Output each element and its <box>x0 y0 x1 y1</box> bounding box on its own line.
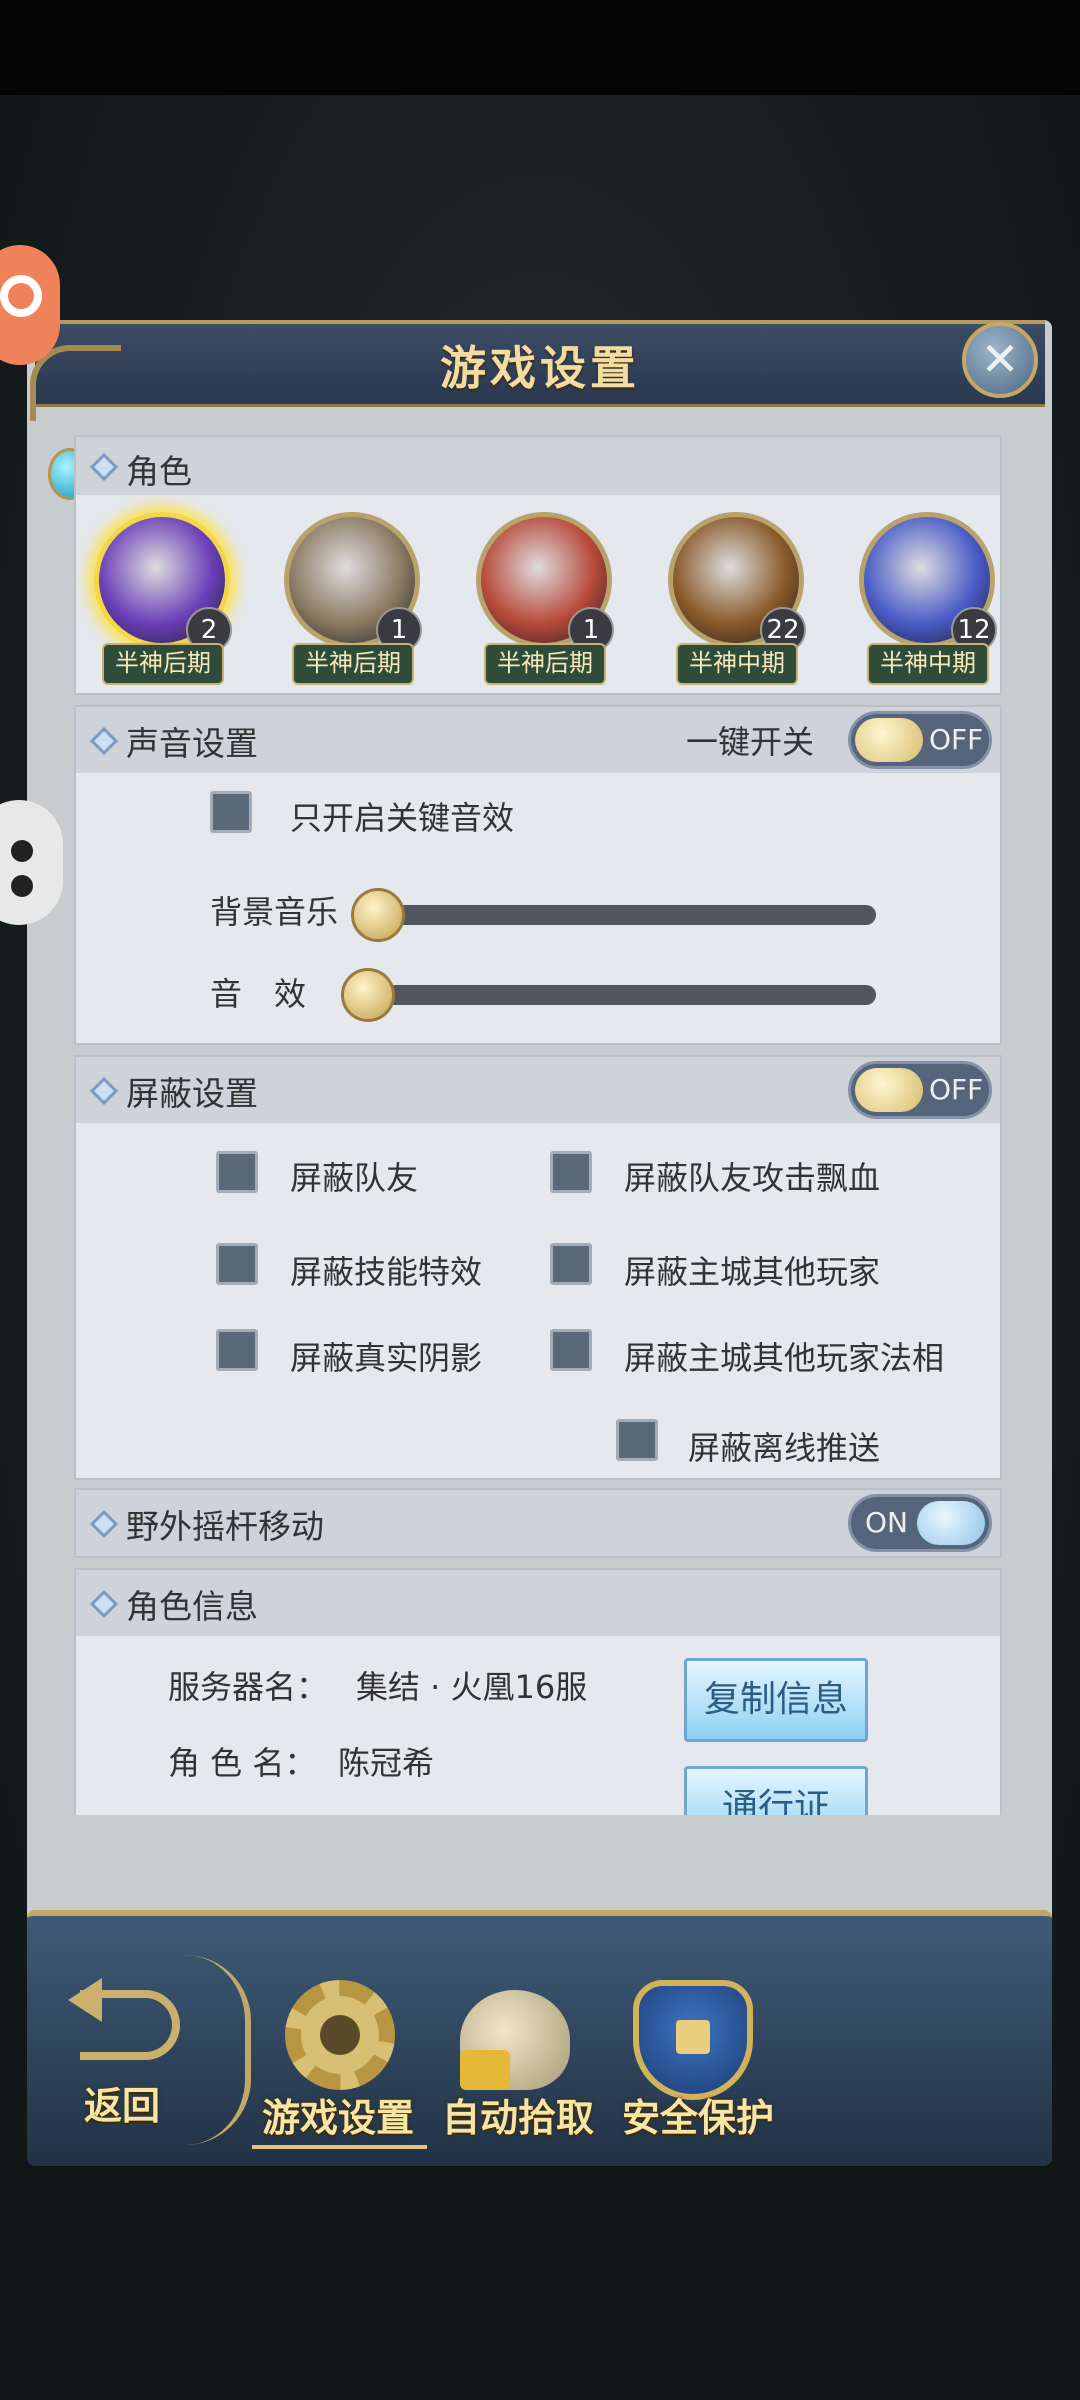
server-name-label: 服务器名： <box>168 1668 329 1706</box>
key-sfx-only-label: 只开启关键音效 <box>290 799 515 837</box>
sfx-label: 音 效 <box>210 975 307 1013</box>
tab-security[interactable]: 安全保护 <box>622 2087 774 2142</box>
sfx-slider[interactable] <box>366 985 876 1005</box>
role-rank-label: 半神后期 <box>102 643 224 685</box>
lock-icon <box>676 2020 710 2054</box>
joystick-title: 野外摇杆移动 <box>126 1507 324 1546</box>
coins-icon <box>460 2050 510 2090</box>
role-name-value: 陈冠希 <box>338 1744 435 1782</box>
toggle-knob <box>917 1501 985 1545</box>
sound-title: 声音设置 <box>126 724 258 763</box>
status-bar <box>0 0 1080 95</box>
block-teammates-checkbox[interactable] <box>216 1151 258 1193</box>
roles-title: 角色 <box>126 452 192 491</box>
toggle-state-label: OFF <box>929 1073 984 1106</box>
copy-info-button[interactable]: 复制信息 <box>684 1658 868 1742</box>
toggle-knob <box>855 718 923 762</box>
dialog-title: 游戏设置 <box>440 341 640 395</box>
close-button[interactable]: ✕ <box>962 322 1038 398</box>
role-rank-label: 半神后期 <box>484 643 606 685</box>
sfx-slider-knob[interactable] <box>341 968 395 1022</box>
block-teammates-label: 屏蔽队友 <box>290 1159 419 1197</box>
block-offline-push-checkbox[interactable] <box>616 1419 658 1461</box>
back-arrow-head-icon <box>68 1978 102 2022</box>
block-offline-push-label: 屏蔽离线推送 <box>688 1429 881 1467</box>
gear-center-icon <box>320 2015 360 2055</box>
panda-eye-icon <box>11 840 33 862</box>
block-shadows-label: 屏蔽真实阴影 <box>290 1339 483 1377</box>
block-city-players-label: 屏蔽主城其他玩家 <box>624 1253 881 1291</box>
toggle-state-label: ON <box>865 1506 908 1539</box>
game-background-bottom <box>0 2160 1080 2400</box>
block-city-players-checkbox[interactable] <box>550 1243 592 1285</box>
back-button[interactable]: 返回 <box>84 2075 160 2130</box>
sound-section: 声音设置 一键开关 OFF 只开启关键音效 背景音乐 音 效 <box>74 705 1002 1045</box>
block-shadows-checkbox[interactable] <box>216 1329 258 1371</box>
block-section: 屏蔽设置 OFF 屏蔽队友 屏蔽队友攻击飘血 屏蔽技能特效 屏蔽主城其他玩家 屏… <box>74 1055 1002 1480</box>
floating-assistant-button[interactable] <box>0 245 60 365</box>
tab-auto-pickup[interactable]: 自动拾取 <box>442 2087 594 2142</box>
bgm-slider[interactable] <box>376 905 876 925</box>
diamond-icon <box>89 1076 119 1106</box>
tab-game-settings[interactable]: 游戏设置 <box>262 2087 414 2142</box>
pass-button[interactable]: 通行证 <box>684 1766 868 1815</box>
roles-header: 角色 <box>76 437 1000 495</box>
block-city-faxiang-label: 屏蔽主城其他玩家法相 <box>624 1339 945 1377</box>
settings-scroll-area[interactable]: 角色 2 半神后期 1 半神后期 1 半神后期 22 半神中期 12 半神中期 声音设置 一键开关… <box>68 425 1008 1815</box>
floating-panda-button[interactable] <box>0 800 63 925</box>
diamond-icon <box>89 452 119 482</box>
key-sfx-only-checkbox[interactable] <box>210 791 252 833</box>
block-header: 屏蔽设置 OFF <box>76 1057 1000 1123</box>
joystick-header: 野外摇杆移动 ON <box>76 1490 1000 1556</box>
role-info-title: 角色信息 <box>126 1587 258 1626</box>
role-rank-label: 半神中期 <box>867 643 989 685</box>
block-team-attack-label: 屏蔽队友攻击飘血 <box>624 1159 881 1197</box>
joystick-toggle[interactable]: ON <box>848 1494 992 1552</box>
role-info-header: 角色信息 <box>76 1570 1000 1636</box>
toggle-state-label: OFF <box>929 723 984 756</box>
block-master-toggle[interactable]: OFF <box>848 1061 992 1119</box>
close-icon: ✕ <box>980 332 1020 386</box>
role-name-label: 角 色 名： <box>168 1744 317 1782</box>
block-city-faxiang-checkbox[interactable] <box>550 1329 592 1371</box>
role-info-section: 角色信息 服务器名： 集结 · 火凰16服 角 色 名： 陈冠希 复制信息 通行… <box>74 1568 1002 1815</box>
joystick-section: 野外摇杆移动 ON <box>74 1488 1002 1558</box>
location-pin-icon <box>0 275 42 317</box>
panda-eye-icon <box>11 875 33 897</box>
role-rank-label: 半神后期 <box>292 643 414 685</box>
block-team-attack-checkbox[interactable] <box>550 1151 592 1193</box>
toggle-knob <box>855 1068 923 1112</box>
dialog-title-bar: 游戏设置 <box>35 320 1045 407</box>
bgm-label: 背景音乐 <box>210 893 339 931</box>
diamond-icon <box>89 1589 119 1619</box>
master-switch-label: 一键开关 <box>686 723 815 761</box>
block-skill-fx-checkbox[interactable] <box>216 1243 258 1285</box>
block-skill-fx-label: 屏蔽技能特效 <box>290 1253 483 1291</box>
server-name-value: 集结 · 火凰16服 <box>356 1668 588 1706</box>
roles-section: 角色 2 半神后期 1 半神后期 1 半神后期 22 半神中期 12 半神中期 <box>74 435 1002 695</box>
sound-master-toggle[interactable]: OFF <box>848 711 992 769</box>
diamond-icon <box>89 726 119 756</box>
sound-header: 声音设置 一键开关 OFF <box>76 707 1000 773</box>
block-title: 屏蔽设置 <box>126 1074 258 1113</box>
bgm-slider-knob[interactable] <box>351 888 405 942</box>
role-rank-label: 半神中期 <box>676 643 798 685</box>
diamond-icon <box>89 1509 119 1539</box>
